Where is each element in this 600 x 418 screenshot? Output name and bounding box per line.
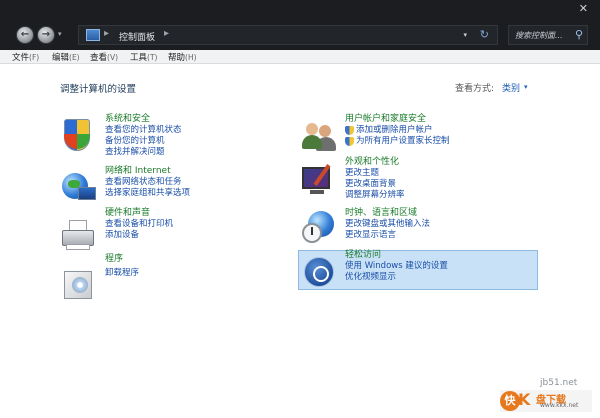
menu-edit[interactable]: 编辑(E): [52, 51, 80, 63]
view-by-dropdown[interactable]: 类别: [502, 81, 520, 94]
shield-icon[interactable]: [60, 117, 98, 155]
search-icon[interactable]: ⚲: [575, 28, 583, 41]
view-by-label: 查看方式:: [455, 84, 495, 94]
breadcrumb-separator-icon[interactable]: ▸: [164, 28, 169, 39]
category-user-accounts: 用户帐户和家庭安全 添加或删除用户帐户 为所有用户设置家长控制: [345, 114, 450, 147]
ease-of-access-icon[interactable]: [302, 255, 340, 293]
task-link[interactable]: 选择家庭组和共享选项: [105, 188, 190, 199]
watermark-tagline: www.kkx.net: [540, 402, 579, 409]
control-panel-icon: [86, 29, 100, 41]
task-link[interactable]: 优化视频显示: [345, 272, 448, 283]
breadcrumb-separator-icon[interactable]: ▸: [104, 28, 109, 39]
menu-file[interactable]: 文件(F): [12, 51, 39, 63]
menu-bar: 文件(F) 编辑(E) 查看(V) 工具(T) 帮助(H): [0, 50, 600, 64]
category-title[interactable]: 用户帐户和家庭安全: [345, 114, 450, 125]
category-clock-language-region: 时钟、语言和区域 更改键盘或其他输入法 更改显示语言: [345, 208, 430, 241]
menu-help[interactable]: 帮助(H): [168, 51, 197, 63]
task-link[interactable]: 查看网络状态和任务: [105, 177, 190, 188]
forward-button[interactable]: →: [37, 26, 55, 44]
chevron-down-icon[interactable]: ▾: [524, 83, 528, 91]
printer-icon[interactable]: [60, 216, 98, 254]
category-title[interactable]: 程序: [105, 254, 139, 265]
task-link[interactable]: 更改桌面背景: [345, 179, 405, 190]
appearance-icon[interactable]: [300, 161, 338, 199]
uac-shield-icon: [345, 126, 354, 135]
task-link[interactable]: 添加设备: [105, 230, 173, 241]
watermark-mark: 快: [500, 391, 520, 411]
search-input[interactable]: 搜索控制面...: [515, 30, 563, 41]
category-title[interactable]: 轻松访问: [345, 250, 448, 261]
category-appearance: 外观和个性化 更改主题 更改桌面背景 调整屏幕分辨率: [345, 157, 405, 201]
task-link[interactable]: 更改主题: [345, 168, 405, 179]
category-network-internet: 网络和 Internet 查看网络状态和任务 选择家庭组和共享选项: [105, 166, 190, 199]
navigation-bar: ← → ▾ ▸ 控制面板 ▸ ▾ ↻ 搜索控制面... ⚲: [0, 20, 600, 50]
task-link[interactable]: 更改键盘或其他输入法: [345, 219, 430, 230]
breadcrumb-control-panel[interactable]: 控制面板: [119, 30, 155, 43]
recent-pages-dropdown[interactable]: ▾: [58, 30, 62, 38]
category-title[interactable]: 时钟、语言和区域: [345, 208, 430, 219]
refresh-icon[interactable]: ↻: [480, 28, 489, 41]
title-bar: ✕: [0, 0, 600, 20]
task-link[interactable]: 查看您的计算机状态: [105, 125, 182, 136]
content-pane: 调整计算机的设置 查看方式: 类别 ▾ 系统和安全 查看您的计算机状态 备份您的…: [0, 64, 600, 418]
page-title: 调整计算机的设置: [60, 84, 137, 95]
category-title[interactable]: 外观和个性化: [345, 157, 405, 168]
task-link[interactable]: 调整屏幕分辨率: [345, 190, 405, 201]
address-bar[interactable]: ▸ 控制面板 ▸ ▾ ↻: [78, 25, 498, 45]
category-hardware-sound: 硬件和声音 查看设备和打印机 添加设备: [105, 208, 173, 241]
watermark-site: jb51.net: [540, 378, 578, 388]
task-link[interactable]: 查看设备和打印机: [105, 219, 173, 230]
category-title[interactable]: 网络和 Internet: [105, 166, 190, 177]
task-link[interactable]: 更改显示语言: [345, 230, 430, 241]
task-link[interactable]: 备份您的计算机: [105, 136, 182, 147]
menu-tools[interactable]: 工具(T): [130, 51, 157, 63]
watermark-logo: 快 K 盘下载 www.kkx.net: [500, 390, 592, 412]
menu-view[interactable]: 查看(V): [90, 51, 118, 63]
task-link[interactable]: 使用 Windows 建议的设置: [345, 261, 448, 272]
task-link[interactable]: 卸载程序: [105, 268, 139, 279]
watermark-k: K: [518, 390, 531, 409]
search-box[interactable]: 搜索控制面... ⚲: [508, 25, 588, 45]
network-icon[interactable]: [60, 169, 98, 207]
task-link[interactable]: 查找并解决问题: [105, 147, 182, 158]
users-icon[interactable]: [300, 117, 338, 155]
category-ease-of-access: 轻松访问 使用 Windows 建议的设置 优化视频显示: [345, 250, 448, 283]
clock-globe-icon[interactable]: [300, 209, 338, 247]
address-dropdown-icon[interactable]: ▾: [463, 31, 467, 39]
category-title[interactable]: 系统和安全: [105, 114, 182, 125]
back-button[interactable]: ←: [16, 26, 34, 44]
uac-shield-icon: [345, 137, 354, 146]
task-link[interactable]: 为所有用户设置家长控制: [345, 136, 450, 147]
back-arrow-icon: ←: [20, 29, 30, 40]
forward-arrow-icon: →: [41, 29, 51, 40]
category-system-security: 系统和安全 查看您的计算机状态 备份您的计算机 查找并解决问题: [105, 114, 182, 158]
task-link[interactable]: 添加或删除用户帐户: [345, 125, 450, 136]
category-programs: 程序 卸载程序: [105, 254, 139, 279]
category-title[interactable]: 硬件和声音: [105, 208, 173, 219]
close-icon[interactable]: ✕: [579, 3, 588, 15]
programs-icon[interactable]: [60, 267, 98, 305]
